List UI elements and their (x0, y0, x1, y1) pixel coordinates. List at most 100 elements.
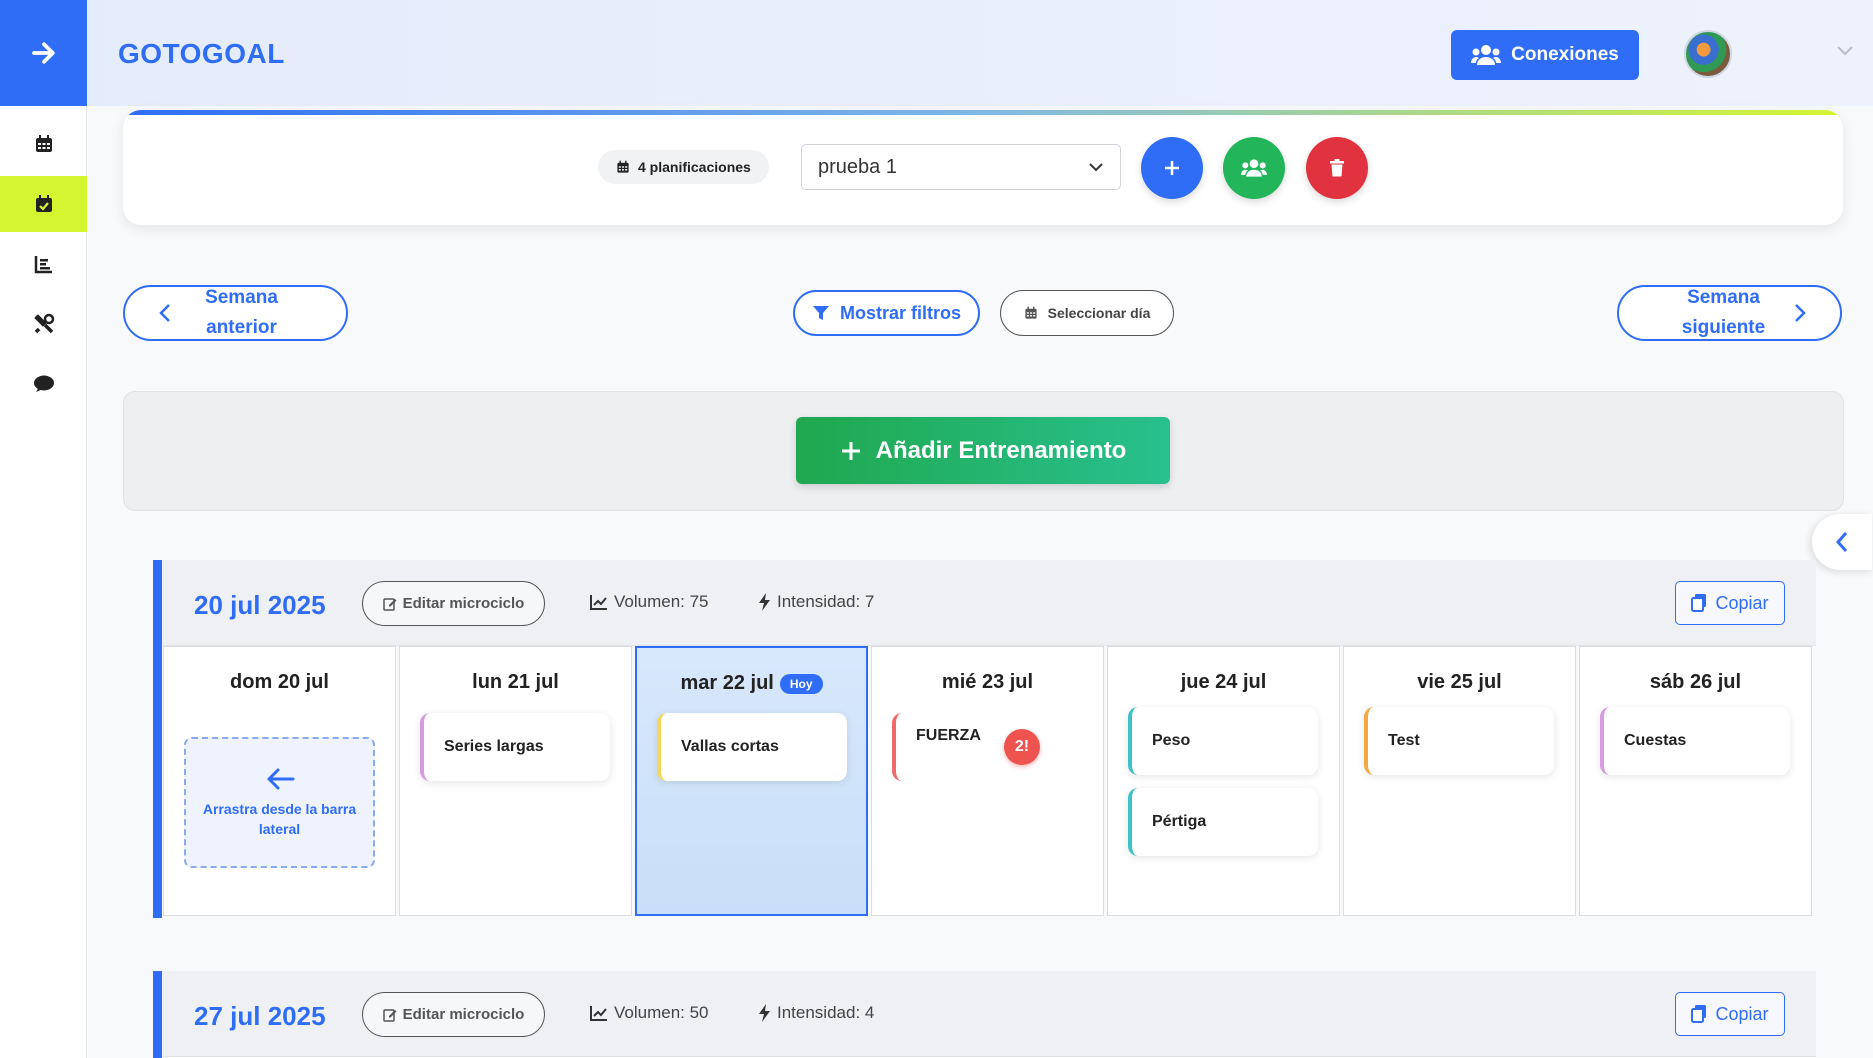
session-card[interactable]: Vallas cortas (657, 713, 847, 781)
edit-microcycle-button[interactable]: Editar microciclo (362, 581, 545, 626)
day-column[interactable]: sáb 26 jul Cuestas (1579, 646, 1812, 916)
previous-week-line1: Semana (205, 287, 278, 308)
day-title: mar 22 jul Hoy (637, 672, 866, 695)
day-column-today[interactable]: mar 22 jul Hoy Vallas cortas (635, 646, 868, 916)
calendar-check-icon (35, 195, 52, 212)
sidebar-toggle-button[interactable] (0, 0, 87, 106)
add-training-button[interactable]: Añadir Entrenamiento (796, 417, 1170, 484)
copy-week-button[interactable]: Copiar (1675, 992, 1785, 1036)
sidebar-item-stats[interactable] (0, 236, 87, 292)
arrow-left-icon (267, 768, 294, 789)
day-title-text: sáb 26 jul (1649, 671, 1742, 693)
day-title: mié 23 jul (872, 671, 1103, 694)
next-week-line1: Semana (1687, 287, 1760, 308)
sidebar-item-chat[interactable] (0, 356, 87, 412)
edit-icon (382, 597, 397, 611)
planning-select-value: prueba 1 (818, 155, 897, 178)
chevron-down-icon[interactable] (1836, 44, 1854, 62)
add-planning-button[interactable] (1141, 137, 1203, 199)
day-column[interactable]: dom 20 jul Arrastra desde la barra later… (163, 646, 396, 916)
show-filters-label: Mostrar filtros (839, 302, 962, 323)
bolt-icon (759, 593, 770, 611)
avatar[interactable] (1684, 30, 1732, 78)
day-column[interactable]: lun 21 jul Series largas (399, 646, 632, 916)
day-column[interactable]: jue 24 jul Peso Pértiga (1107, 646, 1340, 916)
drop-zone[interactable]: Arrastra desde la barra lateral (184, 737, 375, 868)
today-badge: Hoy (779, 673, 823, 694)
session-card[interactable]: Cuestas (1600, 707, 1790, 775)
users-icon (1471, 45, 1502, 65)
planning-count-label: 4 planificaciones (638, 159, 751, 175)
connections-button[interactable]: Conexiones (1451, 30, 1639, 80)
intensity-value: Intensidad: 4 (777, 1003, 875, 1022)
brand-logo[interactable]: GOTOGOAL (118, 38, 285, 70)
day-title: jue 24 jul (1108, 671, 1339, 694)
chevron-left-icon (159, 304, 170, 322)
session-card[interactable]: FUERZA 2! (892, 713, 1082, 781)
session-name: Vallas cortas (681, 738, 779, 755)
connections-label: Conexiones (1511, 44, 1619, 65)
session-card[interactable]: Series largas (420, 713, 610, 781)
copy-icon (1691, 1005, 1707, 1023)
top-bar: GOTOGOAL Conexiones (0, 0, 1873, 106)
trash-icon (1330, 159, 1344, 177)
show-filters-button[interactable]: Mostrar filtros (793, 290, 980, 336)
day-column[interactable]: mié 23 jul FUERZA 2! (871, 646, 1104, 916)
volume-value: Volumen: 75 (614, 592, 709, 611)
day-title-text: mar 22 jul (680, 672, 774, 694)
select-day-button[interactable]: Seleccionar día (1000, 290, 1174, 336)
session-card[interactable]: Peso (1128, 707, 1318, 775)
line-chart-icon (590, 595, 607, 610)
day-title: vie 25 jul (1344, 671, 1575, 694)
copy-week-button[interactable]: Copiar (1675, 581, 1785, 625)
session-name: Peso (1152, 732, 1191, 749)
session-name: Test (1388, 732, 1420, 749)
day-column[interactable]: vie 25 jul Test (1343, 646, 1576, 916)
edit-microcycle-label: Editar microciclo (402, 595, 525, 612)
edit-icon (382, 1008, 397, 1022)
week-block: 27 jul 2025 Editar microciclo Volumen: 5… (153, 971, 1816, 1058)
drop-zone-text: Arrastra desde la barra lateral (202, 800, 357, 837)
sidebar-item-planning[interactable] (0, 176, 87, 232)
previous-week-label: Semana anterior (171, 283, 312, 343)
week-header: 20 jul 2025 Editar microciclo Volumen: 7… (162, 560, 1816, 646)
planning-card-accent (123, 110, 1843, 115)
calendar-icon (1025, 306, 1037, 319)
previous-week-button[interactable]: Semana anterior (123, 285, 348, 341)
week-accent (153, 971, 162, 1058)
delete-planning-button[interactable] (1306, 137, 1368, 199)
share-planning-button[interactable] (1223, 137, 1285, 199)
chevron-left-icon (1836, 532, 1848, 552)
arrow-right-icon (31, 42, 55, 64)
volume-value: Volumen: 50 (614, 1003, 709, 1022)
session-card[interactable]: Test (1364, 707, 1554, 775)
edit-microcycle-button[interactable]: Editar microciclo (362, 992, 545, 1037)
day-title: dom 20 jul (164, 671, 395, 694)
week-date: 20 jul 2025 (194, 590, 326, 620)
chevron-right-icon (1795, 304, 1806, 322)
copy-week-label: Copiar (1715, 592, 1769, 613)
line-chart-icon (590, 1006, 607, 1021)
week-date: 27 jul 2025 (194, 1001, 326, 1031)
session-card[interactable]: Pértiga (1128, 788, 1318, 856)
day-title: sáb 26 jul (1580, 671, 1811, 694)
week-accent (153, 560, 162, 918)
day-title-text: lun 21 jul (472, 671, 559, 693)
planning-select[interactable]: prueba 1 (801, 144, 1121, 190)
plus-icon (1165, 161, 1179, 175)
calendar-icon (617, 160, 629, 173)
planning-count-badge: 4 planificaciones (598, 150, 769, 184)
next-week-button[interactable]: Semana siguiente (1617, 285, 1842, 341)
sidebar-item-calendar[interactable] (0, 116, 87, 172)
intensity-metric: Intensidad: 7 (759, 592, 874, 612)
day-title-text: mié 23 jul (941, 671, 1034, 693)
volume-metric: Volumen: 75 (590, 592, 709, 612)
tools-icon (33, 313, 54, 334)
session-name: Series largas (444, 738, 544, 755)
sidebar-item-tools[interactable] (0, 296, 87, 352)
collapse-panel-button[interactable] (1812, 514, 1872, 570)
intensity-metric: Intensidad: 4 (759, 1003, 874, 1023)
next-week-line2: siguiente (1681, 317, 1766, 338)
planning-card: 4 planificaciones prueba 1 (123, 110, 1843, 225)
week-header: 27 jul 2025 Editar microciclo Volumen: 5… (162, 971, 1816, 1057)
